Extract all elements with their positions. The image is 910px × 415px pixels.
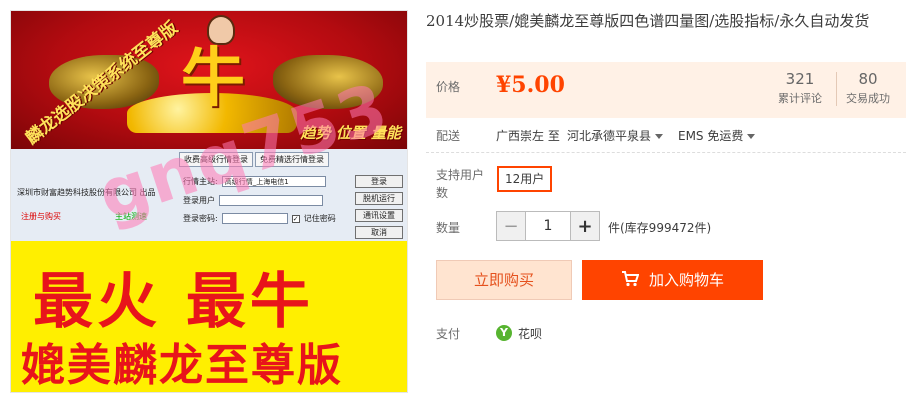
add-to-cart-button[interactable]: 加入购物车 <box>582 260 763 300</box>
divider <box>426 152 906 153</box>
caret-down-icon <box>747 134 756 139</box>
deals-label: 交易成功 <box>846 92 890 105</box>
option-12-users[interactable]: 12用户 <box>497 166 553 192</box>
reviews-count: 321 <box>785 70 815 88</box>
product-image[interactable]: 牛 麟龙选股决策系统至尊版 趋势 位置 量能 收费高级行情登录 免费精选行情登录… <box>10 10 408 393</box>
caret-down-icon <box>655 134 664 139</box>
huabei-icon: Y <box>496 325 512 341</box>
deals-count: 80 <box>858 70 878 88</box>
login-password-label: 登录密码: <box>183 214 218 223</box>
payment-method[interactable]: 花呗 <box>518 325 542 342</box>
buy-now-button[interactable]: 立即购买 <box>436 260 572 300</box>
quantity-minus-button[interactable]: − <box>497 212 525 240</box>
price-label: 价格 <box>436 80 461 94</box>
reviews-label: 累计评论 <box>778 92 822 105</box>
login-password-input <box>221 213 288 224</box>
remember-checkbox: ✓ <box>291 214 300 223</box>
reviews-stat[interactable]: 321 累计评论 <box>778 70 822 106</box>
shipping-destination-select[interactable]: 河北承德平泉县 <box>567 127 664 144</box>
quantity-input[interactable]: 1 <box>525 212 571 240</box>
shipping-label: 配送 <box>436 129 461 143</box>
price-panel: 价格 ¥5.00 321 累计评论 80 交易成功 <box>426 62 906 118</box>
quantity-plus-button[interactable]: + <box>571 212 599 240</box>
price-value: ¥5.00 <box>496 72 565 98</box>
product-title: 2014炒股票/媲美麟龙至尊版四色谱四量图/选股指标/永久自动发货 <box>426 12 870 30</box>
banner-big-char: 牛 <box>181 41 245 116</box>
login-register: 注册与购买 <box>21 212 61 221</box>
banner-bottom: 最火 最牛 媲美麟龙至尊版 <box>11 241 407 392</box>
quantity-stepper: − 1 + <box>496 211 600 241</box>
quantity-label: 数量 <box>436 221 461 235</box>
add-to-cart-label: 加入购物车 <box>648 271 724 289</box>
deals-stat[interactable]: 80 交易成功 <box>846 70 890 106</box>
login-remember-label: 记住密码 <box>303 214 336 223</box>
shipping-method-select[interactable]: EMS 免运费 <box>678 127 756 144</box>
login-password-row: 登录密码: ✓ 记住密码 <box>183 213 336 224</box>
login-button: 登录 <box>355 175 403 188</box>
payment-label: 支付 <box>436 327 461 341</box>
cart-icon <box>621 271 639 287</box>
stat-divider <box>836 72 837 106</box>
stock-text: 件(库存999472件) <box>608 221 712 235</box>
cancel-button: 取消 <box>355 226 403 239</box>
shipping-from: 广西崇左 至 <box>496 129 560 143</box>
offline-button: 脱机运行 <box>355 192 403 205</box>
slogan-product: 媲美麟龙至尊版 <box>21 340 343 391</box>
comm-settings-button: 通讯设置 <box>355 209 403 222</box>
options-label: 支持用户数 <box>436 168 485 200</box>
shipping-method: EMS 免运费 <box>678 129 744 143</box>
shipping-destination: 河北承德平泉县 <box>567 129 652 143</box>
slogan-big: 最火 最牛 <box>33 267 314 337</box>
